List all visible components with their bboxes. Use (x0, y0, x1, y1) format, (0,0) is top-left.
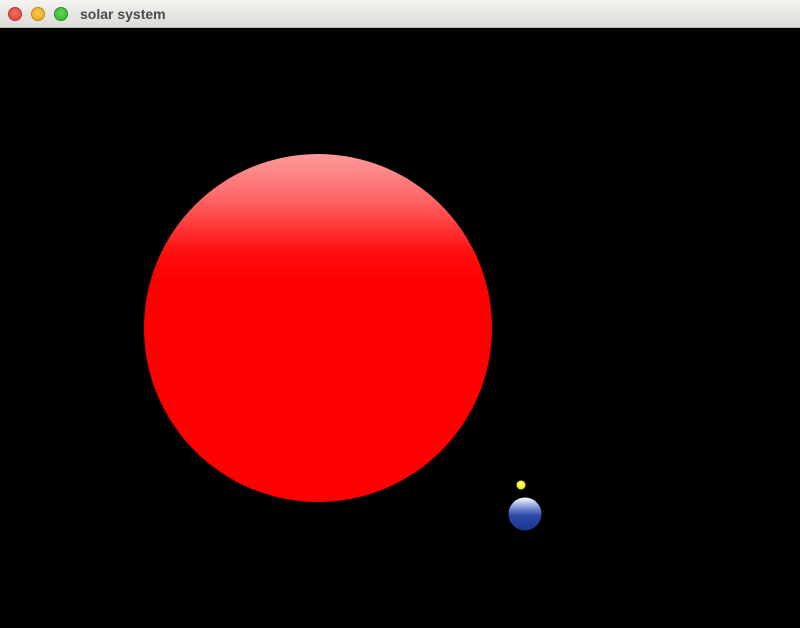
title-bar[interactable]: solar system (0, 0, 800, 28)
close-window-button[interactable] (8, 7, 22, 21)
scene-svg (144, 154, 542, 531)
render-canvas[interactable] (0, 28, 800, 628)
maximize-window-button[interactable] (54, 7, 68, 21)
moon-sphere (516, 480, 526, 490)
earth-sphere (508, 497, 542, 531)
window-title: solar system (80, 6, 166, 22)
app-window: solar system (0, 0, 800, 628)
minimize-window-button[interactable] (31, 7, 45, 21)
sun-sphere (144, 154, 492, 502)
